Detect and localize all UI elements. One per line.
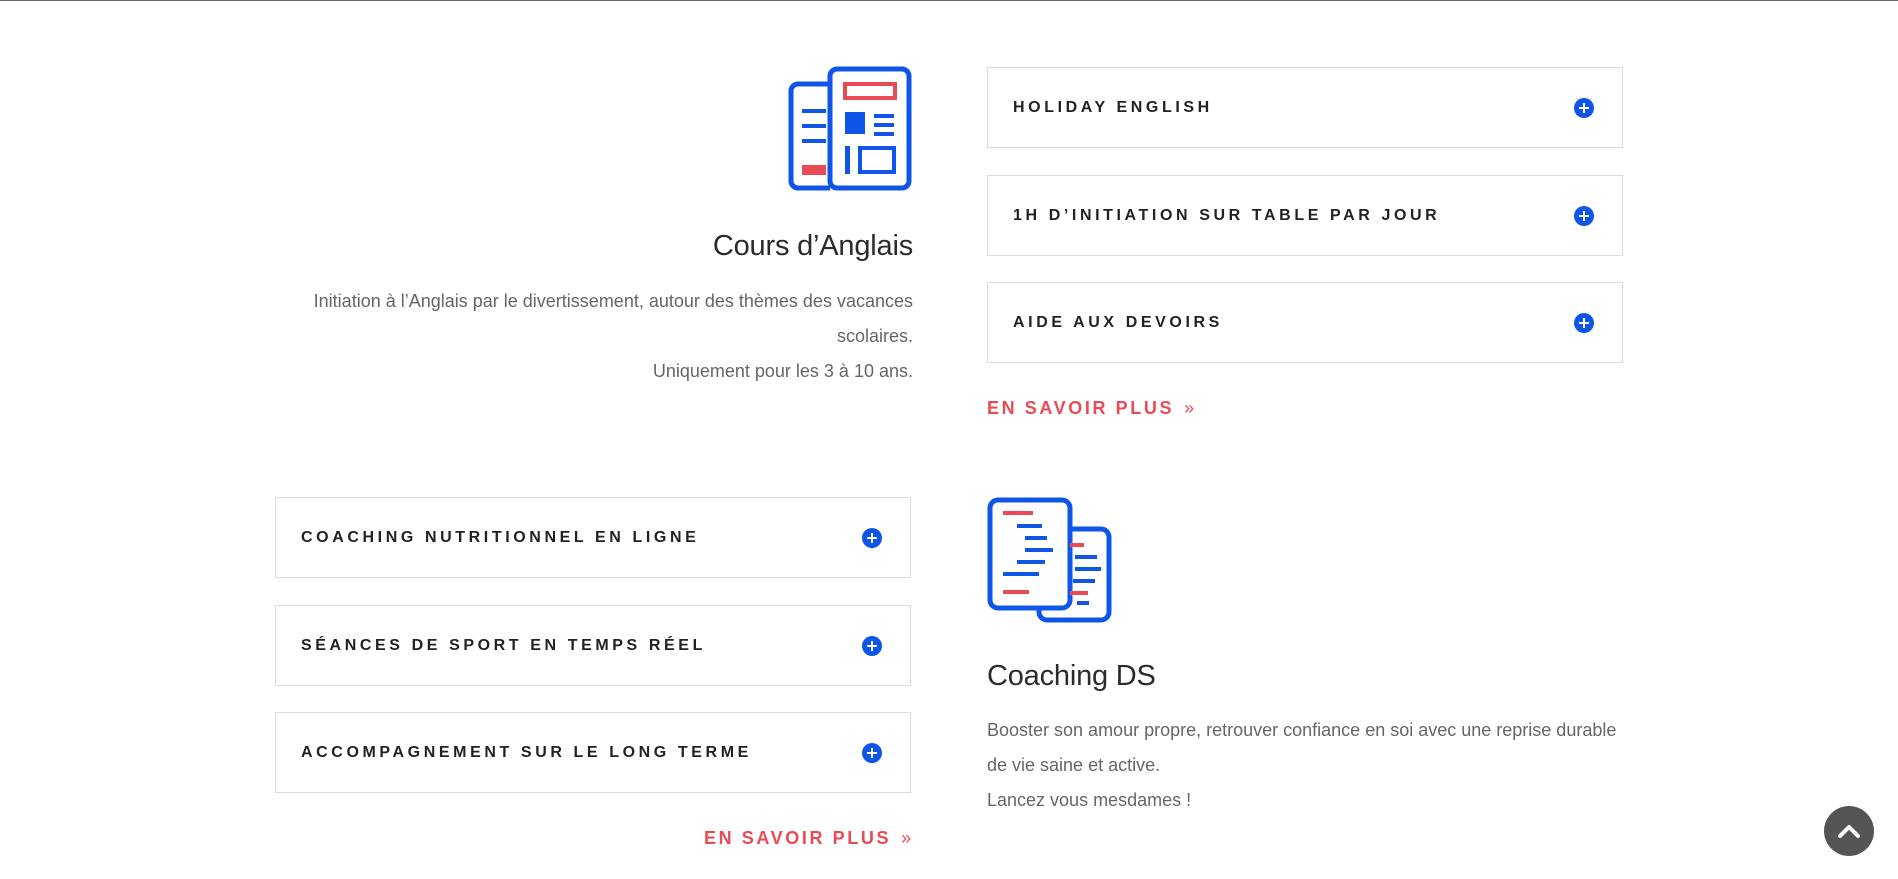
section-description: Booster son amour propre, retrouver conf… bbox=[987, 713, 1637, 818]
accordion-label: 1H D’INITIATION SUR TABLE PAR JOUR bbox=[1013, 206, 1441, 224]
accordion-item[interactable]: 1H D’INITIATION SUR TABLE PAR JOUR bbox=[987, 175, 1623, 256]
learn-more-link[interactable]: EN SAVOIR PLUS » bbox=[987, 398, 1194, 419]
learn-more-label: EN SAVOIR PLUS bbox=[987, 398, 1175, 418]
double-chevron-right-icon: » bbox=[1184, 398, 1195, 418]
accordion-label: AIDE AUX DEVOIRS bbox=[1013, 313, 1223, 331]
accordion-label: SÉANCES DE SPORT EN TEMPS RÉEL bbox=[301, 636, 706, 654]
plus-circle-icon[interactable] bbox=[1574, 312, 1594, 333]
accordion-label: HOLIDAY ENGLISH bbox=[1013, 98, 1213, 116]
description-text: Initiation à l’Anglais par le divertisse… bbox=[313, 291, 913, 346]
plus-circle-icon[interactable] bbox=[862, 742, 882, 763]
section-title: Coaching DS bbox=[987, 660, 1156, 692]
learn-more-link[interactable]: EN SAVOIR PLUS » bbox=[704, 828, 911, 849]
section-description: Initiation à l’Anglais par le divertisse… bbox=[290, 284, 913, 389]
documents-icon bbox=[987, 497, 1112, 623]
accordion-item[interactable]: COACHING NUTRITIONNEL EN LIGNE bbox=[275, 497, 911, 578]
accordion-label: COACHING NUTRITIONNEL EN LIGNE bbox=[301, 528, 700, 546]
accordion-item[interactable]: SÉANCES DE SPORT EN TEMPS RÉEL bbox=[275, 605, 911, 686]
plus-circle-icon[interactable] bbox=[862, 635, 882, 656]
accordion-label: ACCOMPAGNEMENT SUR LE LONG TERME bbox=[301, 743, 752, 761]
plus-circle-icon[interactable] bbox=[1574, 97, 1594, 118]
plus-circle-icon[interactable] bbox=[1574, 205, 1594, 226]
accordion-item[interactable]: HOLIDAY ENGLISH bbox=[987, 67, 1623, 148]
section-title: Cours d’Anglais bbox=[712, 230, 913, 262]
description-text: Booster son amour propre, retrouver conf… bbox=[987, 720, 1617, 775]
scroll-to-top-button[interactable] bbox=[1824, 806, 1874, 856]
description-subtext: Uniquement pour les 3 à 10 ans. bbox=[652, 361, 913, 381]
double-chevron-right-icon: » bbox=[901, 828, 912, 848]
plus-circle-icon[interactable] bbox=[862, 527, 882, 548]
description-subtext: Lancez vous mesdames ! bbox=[987, 790, 1192, 810]
accordion-item[interactable]: AIDE AUX DEVOIRS bbox=[987, 282, 1623, 363]
learn-more-label: EN SAVOIR PLUS bbox=[704, 828, 892, 848]
top-divider bbox=[0, 0, 1898, 1]
accordion-item[interactable]: ACCOMPAGNEMENT SUR LE LONG TERME bbox=[275, 712, 911, 793]
newspaper-icon bbox=[788, 66, 912, 191]
chevron-up-icon bbox=[1838, 825, 1860, 838]
